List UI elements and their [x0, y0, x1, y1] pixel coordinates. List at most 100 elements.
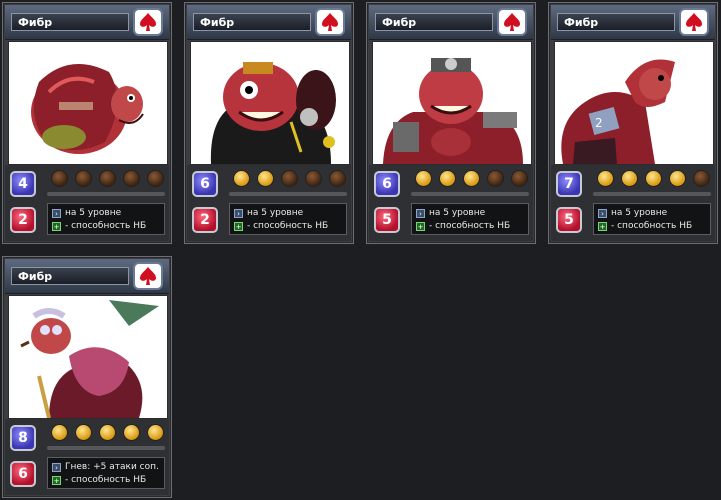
level-gem: 6 [192, 171, 218, 197]
ability-box: › на 5 уровне + - способность НБ [47, 203, 165, 235]
card-stats: 6 2 › на 5 уровне + - способность НБ [187, 165, 351, 241]
star-icon [645, 170, 662, 187]
ability-box: › на 5 уровне + - способность НБ [411, 203, 529, 235]
star-rating [47, 424, 167, 444]
star-icon [99, 424, 116, 441]
ability-text: - способность НБ [429, 221, 511, 231]
plus-icon: + [416, 222, 425, 231]
star-icon [233, 170, 250, 187]
star-icon [511, 170, 528, 187]
card-stats: 8 6 › Гнев: +5 атаки соп. + - способность … [5, 419, 169, 495]
svg-text:2: 2 [595, 116, 603, 130]
arrow-icon: › [416, 209, 425, 218]
ability-text: Гнев: +5 атаки соп. [65, 462, 159, 472]
star-icon [463, 170, 480, 187]
plus-icon: + [598, 222, 607, 231]
star-icon [305, 170, 322, 187]
star-icon [281, 170, 298, 187]
star-icon [257, 170, 274, 187]
star-icon [693, 170, 710, 187]
character-portrait [8, 41, 168, 165]
level-progress-bar [411, 192, 529, 196]
card-name: Фибр [375, 13, 493, 31]
damage-gem: 5 [374, 207, 400, 233]
plus-icon: + [52, 222, 61, 231]
ability-box: › на 5 уровне + - способность НБ [229, 203, 347, 235]
star-icon [147, 424, 164, 441]
arrow-icon: › [234, 209, 243, 218]
ability-text: на 5 уровне [65, 208, 122, 218]
character-portrait: 2 [554, 41, 714, 165]
card-header: Фибр [187, 5, 351, 40]
star-icon [329, 170, 346, 187]
level-gem: 4 [10, 171, 36, 197]
star-rating [229, 170, 349, 190]
card-1[interactable]: Фибр 4 2 › на 5 уровне + - способность Н… [2, 2, 172, 244]
ability-text: - способность НБ [65, 221, 147, 231]
damage-gem: 2 [10, 207, 36, 233]
ability-text: - способность НБ [65, 475, 147, 485]
card-header: Фибр [551, 5, 715, 40]
star-icon [75, 424, 92, 441]
star-icon [123, 424, 140, 441]
star-icon [487, 170, 504, 187]
star-icon [621, 170, 638, 187]
star-icon [51, 424, 68, 441]
ability-text: - способность НБ [611, 221, 693, 231]
spade-icon [133, 262, 163, 290]
card-stats: 4 2 › на 5 уровне + - способность НБ [5, 165, 169, 241]
ability-text: - способность НБ [247, 221, 329, 231]
star-icon [669, 170, 686, 187]
level-gem: 8 [10, 425, 36, 451]
card-name: Фибр [193, 13, 311, 31]
card-2[interactable]: Фибр 6 2 › на 5 уровне + - способность Н… [184, 2, 354, 244]
star-icon [51, 170, 68, 187]
card-name: Фибр [11, 267, 129, 285]
plus-icon: + [234, 222, 243, 231]
star-icon [123, 170, 140, 187]
character-portrait [190, 41, 350, 165]
character-portrait [372, 41, 532, 165]
level-progress-bar [229, 192, 347, 196]
level-gem: 6 [374, 171, 400, 197]
ability-box: › Гнев: +5 атаки соп. + - способность НБ [47, 457, 165, 489]
arrow-icon: › [52, 463, 61, 472]
card-header: Фибр [5, 5, 169, 40]
arrow-icon: › [52, 209, 61, 218]
star-icon [147, 170, 164, 187]
damage-gem: 2 [192, 207, 218, 233]
star-icon [597, 170, 614, 187]
spade-icon [679, 8, 709, 36]
level-gem: 7 [556, 171, 582, 197]
level-progress-bar [47, 446, 165, 450]
card-header: Фибр [5, 259, 169, 294]
card-3[interactable]: Фибр 6 5 › на 5 уровне + - способность Н… [366, 2, 536, 244]
card-stats: 7 5 › на 5 уровне + - способность НБ [551, 165, 715, 241]
ability-text: на 5 уровне [429, 208, 486, 218]
damage-gem: 5 [556, 207, 582, 233]
spade-icon [315, 8, 345, 36]
character-portrait [8, 295, 168, 419]
star-icon [99, 170, 116, 187]
arrow-icon: › [598, 209, 607, 218]
card-name: Фибр [11, 13, 129, 31]
ability-text: на 5 уровне [247, 208, 304, 218]
spade-icon [133, 8, 163, 36]
star-icon [439, 170, 456, 187]
level-progress-bar [47, 192, 165, 196]
star-icon [75, 170, 92, 187]
star-rating [47, 170, 167, 190]
star-icon [415, 170, 432, 187]
card-5[interactable]: Фибр 8 6 › Гнев: +5 атаки соп. + - спосо… [2, 256, 172, 498]
card-name: Фибр [557, 13, 675, 31]
level-progress-bar [593, 192, 711, 196]
card-stats: 6 5 › на 5 уровне + - способность НБ [369, 165, 533, 241]
plus-icon: + [52, 476, 61, 485]
card-4[interactable]: Фибр 2 7 5 ›на 5 уровне +- способность [548, 2, 718, 244]
star-rating [411, 170, 531, 190]
card-header: Фибр [369, 5, 533, 40]
ability-text: на 5 уровне [611, 208, 668, 218]
ability-box: › на 5 уровне + - способность НБ [593, 203, 711, 235]
spade-icon [497, 8, 527, 36]
damage-gem: 6 [10, 461, 36, 487]
